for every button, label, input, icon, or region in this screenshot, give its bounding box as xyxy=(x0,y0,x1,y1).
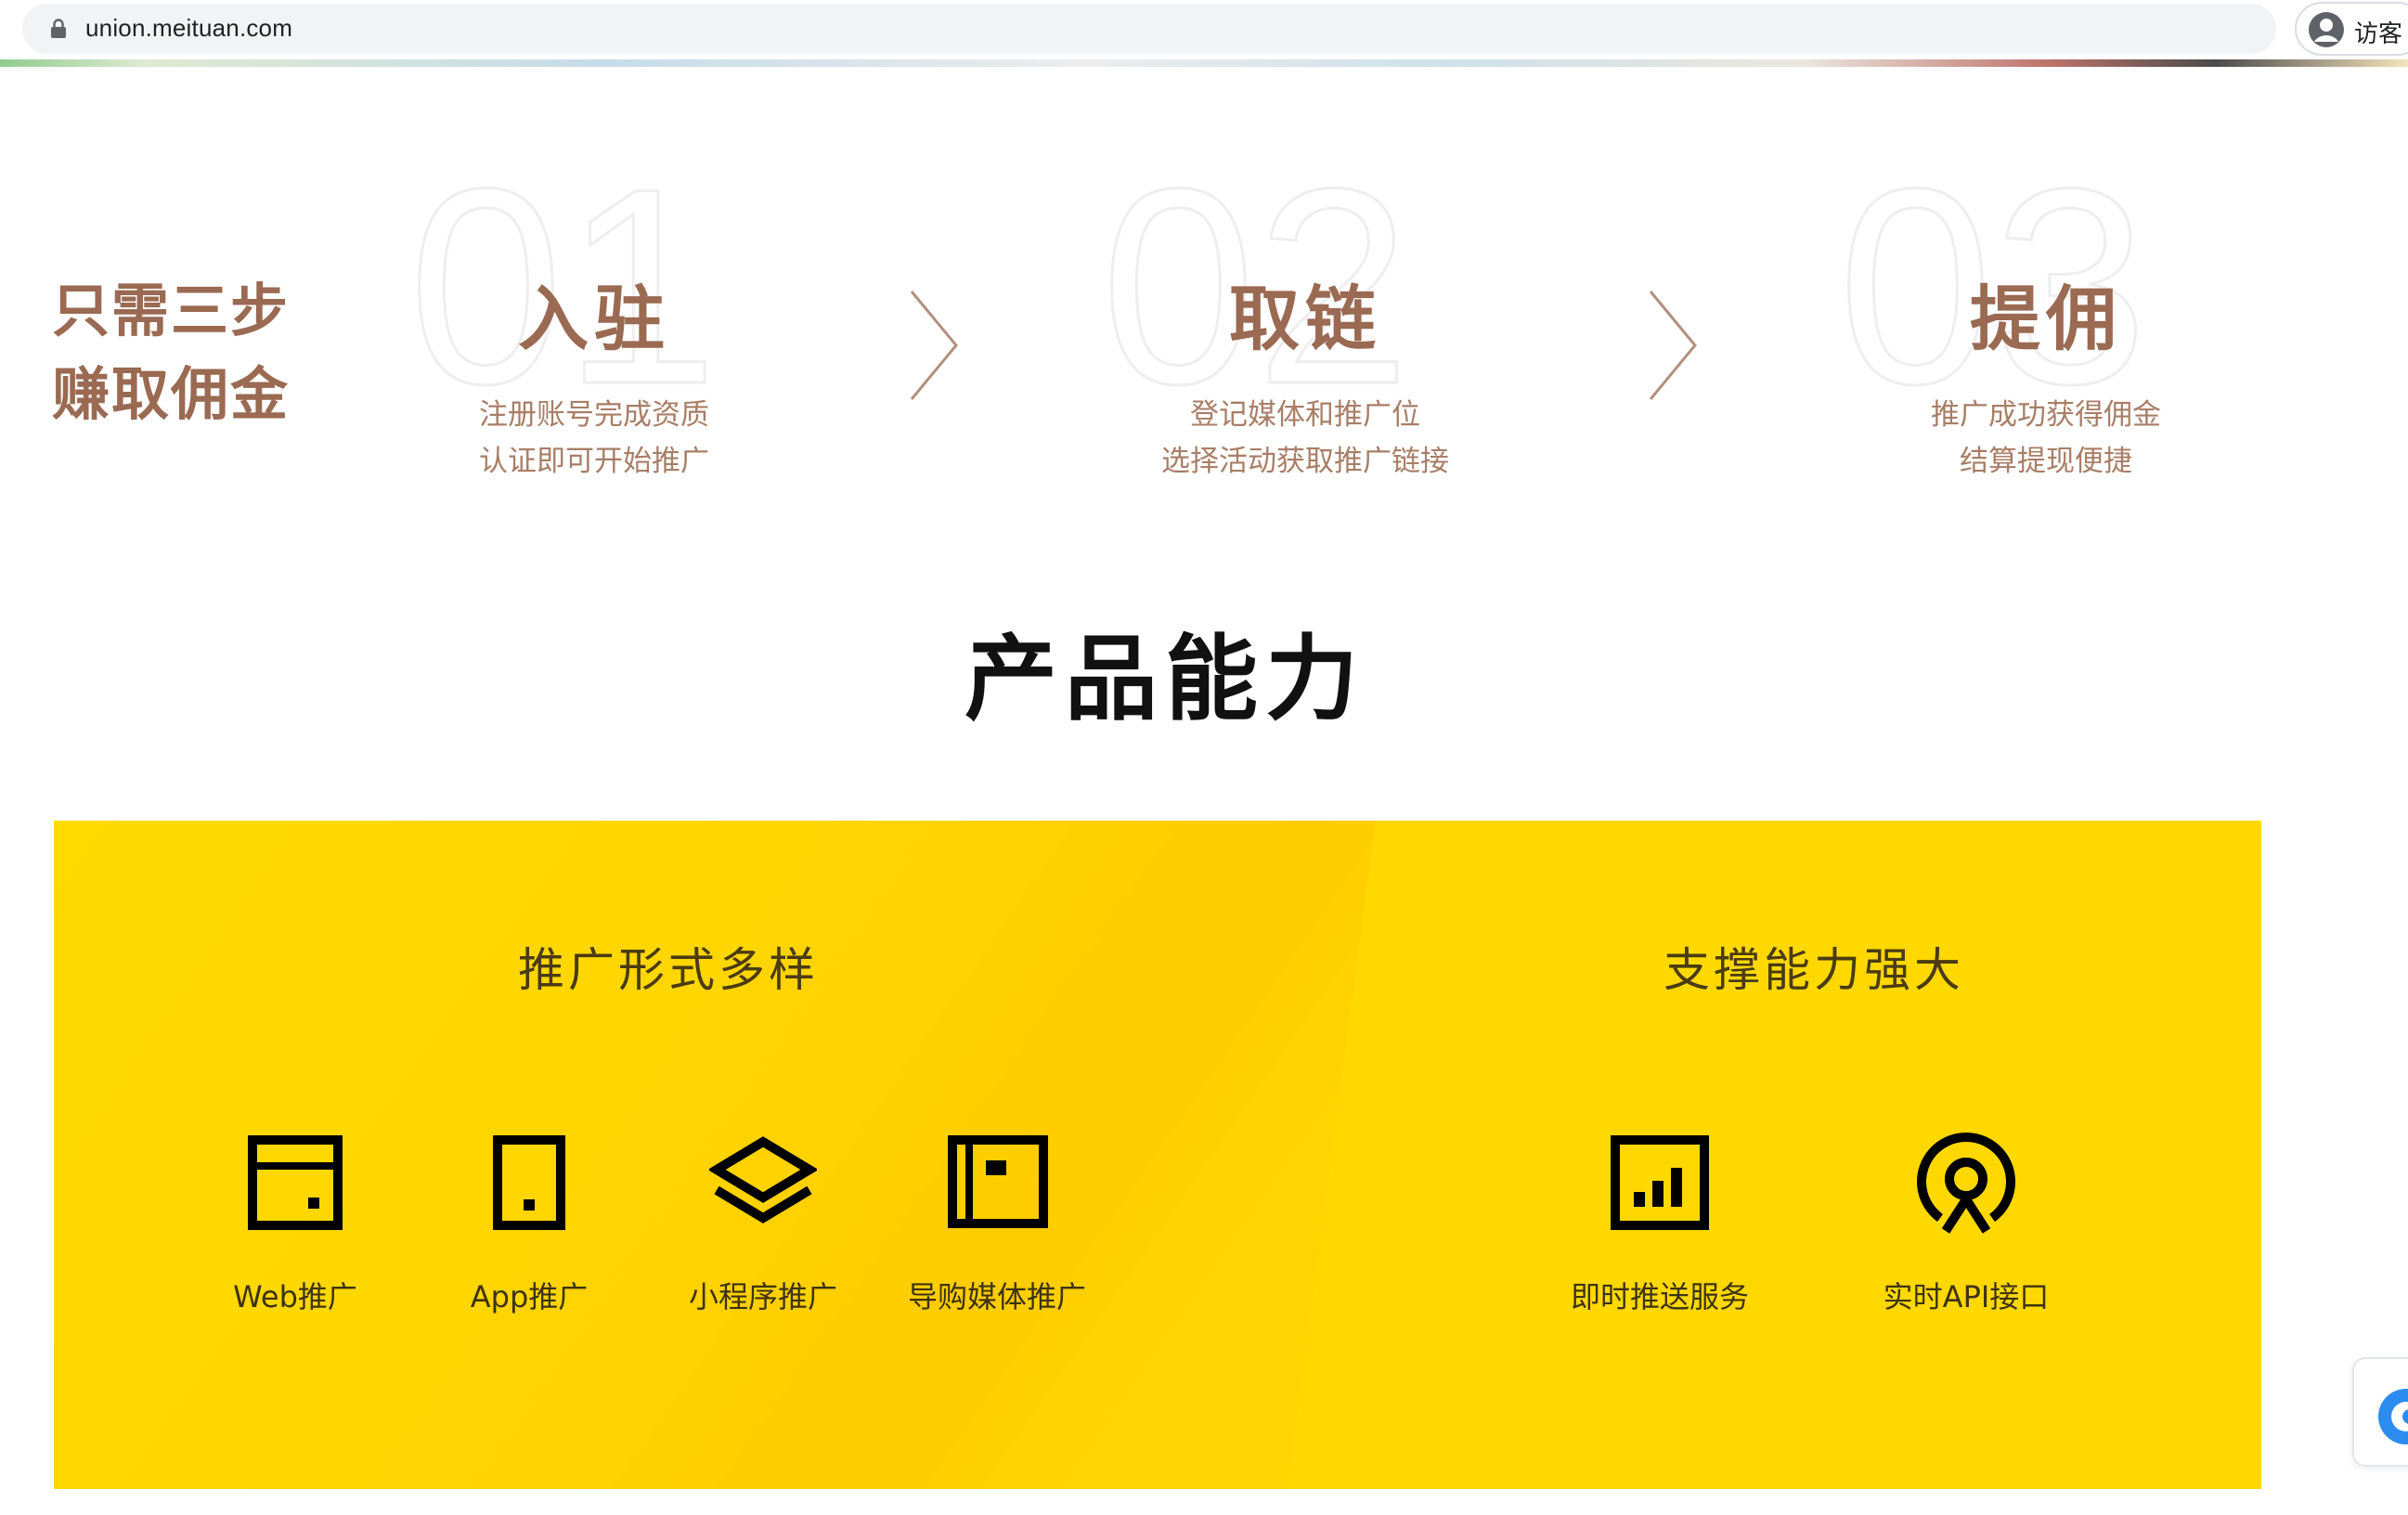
profile-label: 访客 xyxy=(2354,20,2403,48)
broadcast-icon xyxy=(1912,1129,2020,1237)
lock-icon[interactable] xyxy=(50,19,67,39)
feature-label: 导购媒体推广 xyxy=(907,1279,1086,1314)
phone-icon xyxy=(475,1129,583,1237)
feature-mini-program[interactable]: 小程序推广 xyxy=(661,1129,865,1333)
step-desc-line2: 结算提现便捷 xyxy=(1960,445,2132,478)
step-description: 登记媒体和推广位 选择活动获取推广链接 xyxy=(1064,392,1547,485)
profile-button[interactable]: 访客 xyxy=(2295,2,2408,56)
feature-app[interactable]: App推广 xyxy=(427,1129,631,1333)
step-title: 提佣 xyxy=(1970,278,2122,360)
step-description: 推广成功获得佣金 结算提现便捷 xyxy=(1805,392,2287,485)
browser-window-icon xyxy=(241,1129,349,1237)
steps-headline-line1: 只需三步 xyxy=(52,277,291,344)
layers-icon xyxy=(707,1129,819,1237)
step-desc-line1: 登记媒体和推广位 xyxy=(1190,398,1420,432)
steps-headline: 只需三步 赚取佣金 xyxy=(52,269,290,436)
section-title: 产品能力 xyxy=(964,625,1366,733)
step-3: 03 提佣 推广成功获得佣金 结算提现便捷 xyxy=(1805,129,2287,501)
step-1: 01 入驻 注册账号完成资质 认证即可开始推广 xyxy=(353,129,835,501)
feature-web[interactable]: Web推广 xyxy=(193,1129,397,1333)
url-text[interactable]: union.meituan.com xyxy=(85,14,292,43)
browser-toolbar: union.meituan.com 访客 xyxy=(0,0,2408,61)
step-desc-line1: 注册账号完成资质 xyxy=(479,398,709,432)
bar-chart-icon xyxy=(1606,1129,1714,1237)
feature-label: 即时推送服务 xyxy=(1570,1279,1749,1314)
step-desc-line2: 认证即可开始推广 xyxy=(479,445,709,478)
step-title: 取链 xyxy=(1229,278,1381,360)
address-bar[interactable]: union.meituan.com xyxy=(22,4,2276,54)
floating-help-button[interactable] xyxy=(2352,1357,2408,1467)
feature-realtime-api[interactable]: 实时API接口 xyxy=(1864,1129,2068,1333)
right-panel-heading: 支撑能力强大 xyxy=(1664,943,1964,997)
feature-label: 实时API接口 xyxy=(1883,1279,2050,1314)
step-title: 入驻 xyxy=(518,278,670,360)
left-panel-heading: 推广形式多样 xyxy=(518,943,819,997)
step-2: 02 取链 登记媒体和推广位 选择活动获取推广链接 xyxy=(1064,129,1547,501)
chat-bubble-icon xyxy=(2378,1389,2408,1444)
chevron-right-icon xyxy=(906,288,962,403)
step-desc-line2: 选择活动获取推广链接 xyxy=(1161,445,1449,478)
steps-headline-line2: 赚取佣金 xyxy=(52,360,291,428)
avatar-icon xyxy=(2308,11,2345,48)
feature-instant-push[interactable]: 即时推送服务 xyxy=(1558,1129,1762,1333)
chevron-right-icon xyxy=(1645,288,1701,403)
newspaper-icon xyxy=(943,1129,1051,1237)
step-desc-line1: 推广成功获得佣金 xyxy=(1931,398,2161,432)
step-description: 注册账号完成资质 认证即可开始推广 xyxy=(353,392,835,485)
feature-shopping-media[interactable]: 导购媒体推广 xyxy=(895,1129,1099,1333)
banner-edge xyxy=(0,59,2408,67)
